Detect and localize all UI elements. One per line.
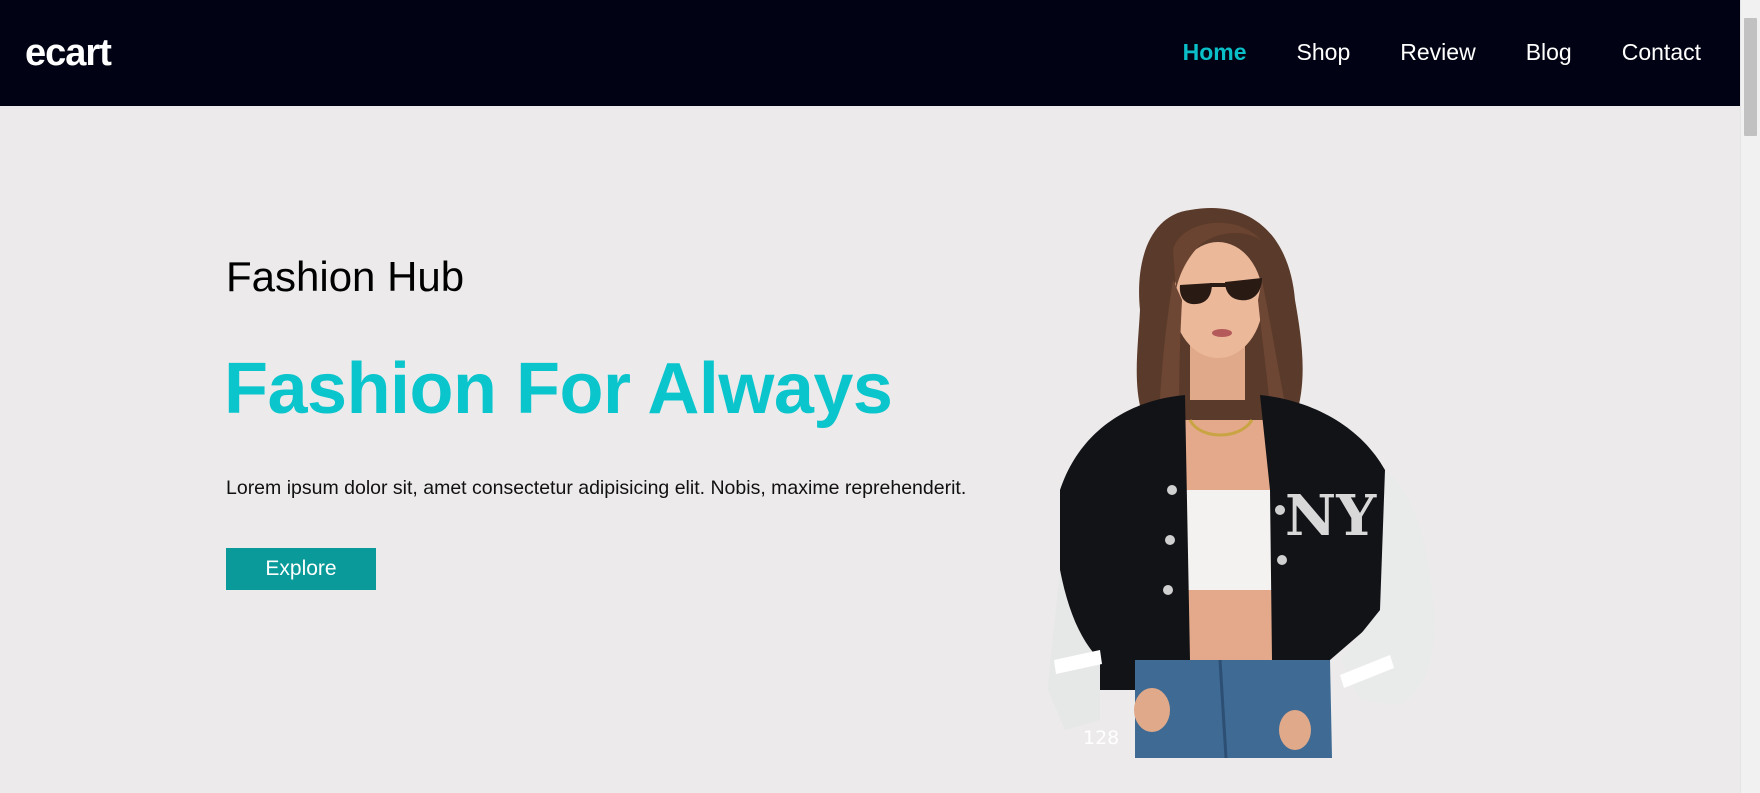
main-nav: Home Shop Review Blog Contact: [1133, 36, 1701, 68]
scrollbar-thumb[interactable]: [1744, 18, 1757, 136]
nav-item-contact[interactable]: Contact: [1622, 36, 1701, 68]
hero-subtitle: Fashion Hub: [226, 253, 465, 300]
explore-button[interactable]: Explore: [226, 548, 376, 590]
svg-text:NY: NY: [1285, 483, 1377, 549]
site-logo[interactable]: ecart: [25, 29, 112, 77]
page: ecart Home Shop Review Blog Contact Fash…: [0, 0, 1760, 793]
hero-description: Lorem ipsum dolor sit, amet consectetur …: [226, 477, 967, 499]
nav-item-home[interactable]: Home: [1183, 36, 1247, 68]
nav-item-review[interactable]: Review: [1400, 36, 1475, 68]
image-caption: 128: [1083, 727, 1120, 749]
site-header: ecart Home Shop Review Blog Contact: [0, 0, 1740, 106]
vertical-scrollbar[interactable]: [1740, 0, 1760, 793]
hero-model-image: NY: [1048, 207, 1435, 758]
nav-item-shop[interactable]: Shop: [1297, 36, 1351, 68]
hero-title: Fashion For Always: [224, 349, 893, 429]
nav-item-blog[interactable]: Blog: [1526, 36, 1572, 68]
